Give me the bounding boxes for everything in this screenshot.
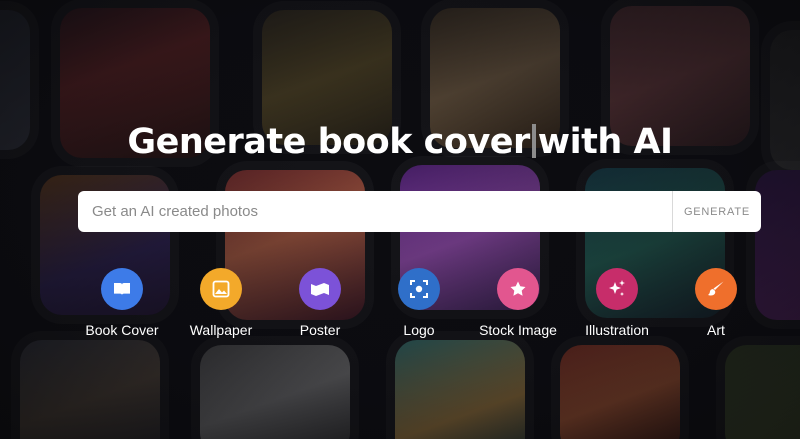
sparkle-icon (596, 268, 638, 310)
category-label: Illustration (585, 322, 649, 338)
category-book-cover[interactable]: Book Cover (67, 268, 177, 341)
category-illustration[interactable]: Illustration (562, 268, 672, 341)
generate-button[interactable]: GENERATE (672, 191, 761, 232)
star-icon (497, 268, 539, 310)
hero-title-text: Generate book cover (127, 122, 530, 162)
category-label: Art (707, 322, 725, 338)
book-icon (101, 268, 143, 310)
typing-caret (531, 124, 536, 158)
category-stock-image[interactable]: Stock Image (463, 268, 573, 341)
category-logo[interactable]: Logo (364, 268, 474, 341)
prompt-bar: GENERATE (78, 190, 761, 233)
hero-title-suffix: with AI (537, 122, 673, 162)
prompt-input[interactable] (78, 190, 672, 233)
category-label: Logo (403, 322, 435, 338)
category-label: Poster (299, 322, 341, 338)
brush-icon (695, 268, 737, 310)
category-art[interactable]: Art (661, 268, 771, 341)
image-icon (200, 268, 242, 310)
category-poster[interactable]: Poster (265, 268, 375, 341)
category-label: Wallpaper (189, 322, 253, 338)
category-label: Book Cover (85, 322, 159, 338)
focus-icon (398, 268, 440, 310)
category-label: Stock Image (479, 322, 557, 338)
category-wallpaper[interactable]: Wallpaper (166, 268, 276, 341)
hero-title: Generate book cover with AI (0, 122, 800, 162)
map-icon (299, 268, 341, 310)
